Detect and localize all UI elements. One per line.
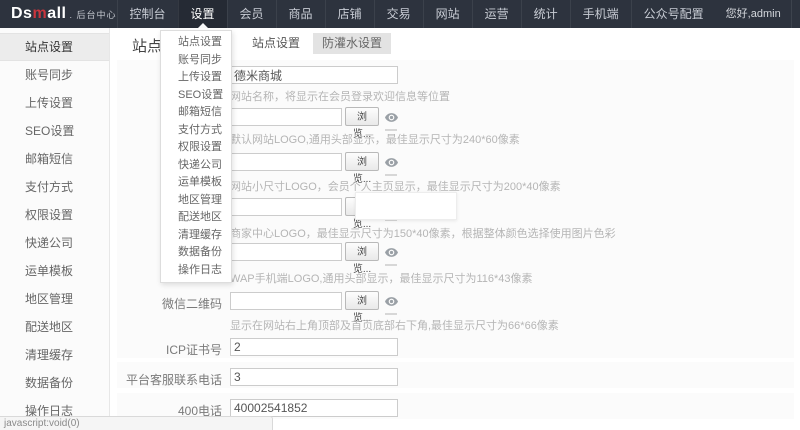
field-help-2: 默认网站LOGO,通用头部显示，最佳显示尺寸为240*60像素 xyxy=(230,131,520,147)
logo-text: Ds xyxy=(11,5,32,22)
browse-button-3[interactable]: 浏览... xyxy=(345,152,379,171)
page: Dsmall. 后台中心 控制台设置会员商品店铺交易网站运营统计手机端公众号配置… xyxy=(0,0,800,430)
browse-button-2[interactable]: 浏览... xyxy=(345,107,379,126)
preview-eye-icon-6[interactable] xyxy=(382,293,400,315)
nav-item-7[interactable]: 网站 xyxy=(423,0,472,28)
nav-item-9[interactable]: 统计 xyxy=(521,0,570,28)
sidebar-item-11[interactable]: 配送地区 xyxy=(0,313,109,341)
sidebar-item-5[interactable]: 邮箱短信 xyxy=(0,145,109,173)
tab-1[interactable]: 站点设置 xyxy=(243,33,309,54)
browse-button-5[interactable]: 浏览... xyxy=(345,242,379,261)
dropdown-item-8[interactable]: 快递公司 xyxy=(161,157,231,175)
nav-item-8[interactable]: 运营 xyxy=(472,0,521,28)
dropdown-item-5[interactable]: 邮箱短信 xyxy=(161,104,231,122)
preview-eye-icon-3[interactable] xyxy=(382,154,400,176)
user-link-2[interactable]: 修改密码 xyxy=(791,0,800,28)
field-label-8: 平台客服联系电话 xyxy=(120,371,222,388)
nav-item-1[interactable]: 控制台 xyxy=(117,0,178,28)
dropdown-item-7[interactable]: 权限设置 xyxy=(161,139,231,157)
nav-item-11[interactable]: 公众号配置 xyxy=(631,0,716,28)
eye-underline xyxy=(385,313,397,315)
dropdown-item-10[interactable]: 地区管理 xyxy=(161,192,231,210)
nav-item-10[interactable]: 手机端 xyxy=(570,0,631,28)
eye-underline xyxy=(385,174,397,176)
dropdown-item-13[interactable]: 数据备份 xyxy=(161,244,231,262)
preview-eye-icon-2[interactable] xyxy=(382,109,400,131)
field-input-4[interactable] xyxy=(230,198,342,216)
dropdown-item-4[interactable]: SEO设置 xyxy=(161,87,231,105)
active-nav-caret-icon xyxy=(198,23,208,28)
dropdown-item-1[interactable]: 站点设置 xyxy=(161,34,231,52)
field-input-2[interactable] xyxy=(230,108,342,126)
nav-item-4[interactable]: 商品 xyxy=(276,0,325,28)
field-input-8[interactable] xyxy=(230,368,398,386)
sidebar-item-1[interactable]: 站点设置 xyxy=(0,33,109,61)
logo-accent-letter: m xyxy=(32,5,47,22)
tabs: 站点设置防灌水设置 xyxy=(243,33,391,54)
topbar-user-links: 您好,admin修改密码安全退出访问首页 xyxy=(716,0,800,28)
logo-text-2: all xyxy=(47,5,66,22)
dropdown-item-14[interactable]: 操作日志 xyxy=(161,262,231,280)
nav-item-3[interactable]: 会员 xyxy=(227,0,276,28)
sidebar-item-3[interactable]: 上传设置 xyxy=(0,89,109,117)
logo[interactable]: Dsmall. 后台中心 xyxy=(0,5,117,23)
tab-2[interactable]: 防灌水设置 xyxy=(313,33,391,54)
dropdown-item-6[interactable]: 支付方式 xyxy=(161,122,231,140)
sidebar-item-2[interactable]: 账号同步 xyxy=(0,61,109,89)
logo-suffix: . 后台中心 xyxy=(69,10,116,20)
dropdown-item-3[interactable]: 上传设置 xyxy=(161,69,231,87)
sidebar-item-10[interactable]: 地区管理 xyxy=(0,285,109,313)
browse-button-6[interactable]: 浏览... xyxy=(345,291,379,310)
field-help-6: 显示在网站右上角顶部及首页底部右下角,最佳显示尺寸为66*66像素 xyxy=(230,317,559,333)
dropdown-item-12[interactable]: 清理缓存 xyxy=(161,227,231,245)
dropdown-item-2[interactable]: 账号同步 xyxy=(161,52,231,70)
field-input-7[interactable] xyxy=(230,338,398,356)
settings-dropdown-menu: 站点设置账号同步上传设置SEO设置邮箱短信支付方式权限设置快递公司运单模板地区管… xyxy=(160,30,232,283)
status-text: javascript:void(0) xyxy=(4,418,80,429)
preview-eye-icon-5[interactable] xyxy=(382,244,400,266)
field-input-3[interactable] xyxy=(230,153,342,171)
sidebar-item-12[interactable]: 清理缓存 xyxy=(0,341,109,369)
dropdown-item-11[interactable]: 配送地区 xyxy=(161,209,231,227)
field-help-1: 网站名称，将显示在会员登录欢迎信息等位置 xyxy=(230,88,450,104)
sidebar-item-9[interactable]: 运单模板 xyxy=(0,257,109,285)
eye-underline xyxy=(385,264,397,266)
sidebar-item-4[interactable]: SEO设置 xyxy=(0,117,109,145)
sidebar-item-6[interactable]: 支付方式 xyxy=(0,173,109,201)
nav-item-5[interactable]: 店铺 xyxy=(325,0,374,28)
field-input-9[interactable] xyxy=(230,399,398,417)
field-input-6[interactable] xyxy=(230,292,342,310)
preview-popup xyxy=(355,192,457,220)
top-nav: 控制台设置会员商品店铺交易网站运营统计手机端公众号配置 xyxy=(117,0,716,28)
field-help-5: WAP手机端LOGO,通用头部显示，最佳显示尺寸为116*43像素 xyxy=(230,270,533,286)
sidebar-item-7[interactable]: 权限设置 xyxy=(0,201,109,229)
dropdown-item-9[interactable]: 运单模板 xyxy=(161,174,231,192)
sidebar-item-8[interactable]: 快递公司 xyxy=(0,229,109,257)
user-link-1[interactable]: 您好,admin xyxy=(716,0,791,28)
sidebar-item-13[interactable]: 数据备份 xyxy=(0,369,109,397)
field-help-4: 商家中心LOGO，最佳显示尺寸为150*40像素，根据整体颜色选择使用图片色彩 xyxy=(230,225,616,241)
status-bubble: javascript:void(0) xyxy=(0,416,273,430)
topbar: Dsmall. 后台中心 控制台设置会员商品店铺交易网站运营统计手机端公众号配置… xyxy=(0,0,800,28)
sidebar: 站点设置账号同步上传设置SEO设置邮箱短信支付方式权限设置快递公司运单模板地区管… xyxy=(0,28,110,430)
nav-item-6[interactable]: 交易 xyxy=(374,0,423,28)
field-input-1[interactable] xyxy=(230,66,398,84)
field-input-5[interactable] xyxy=(230,243,342,261)
field-label-7: ICP证书号 xyxy=(120,341,222,358)
nav-item-2[interactable]: 设置 xyxy=(178,0,227,28)
field-label-6: 微信二维码 xyxy=(120,295,222,312)
